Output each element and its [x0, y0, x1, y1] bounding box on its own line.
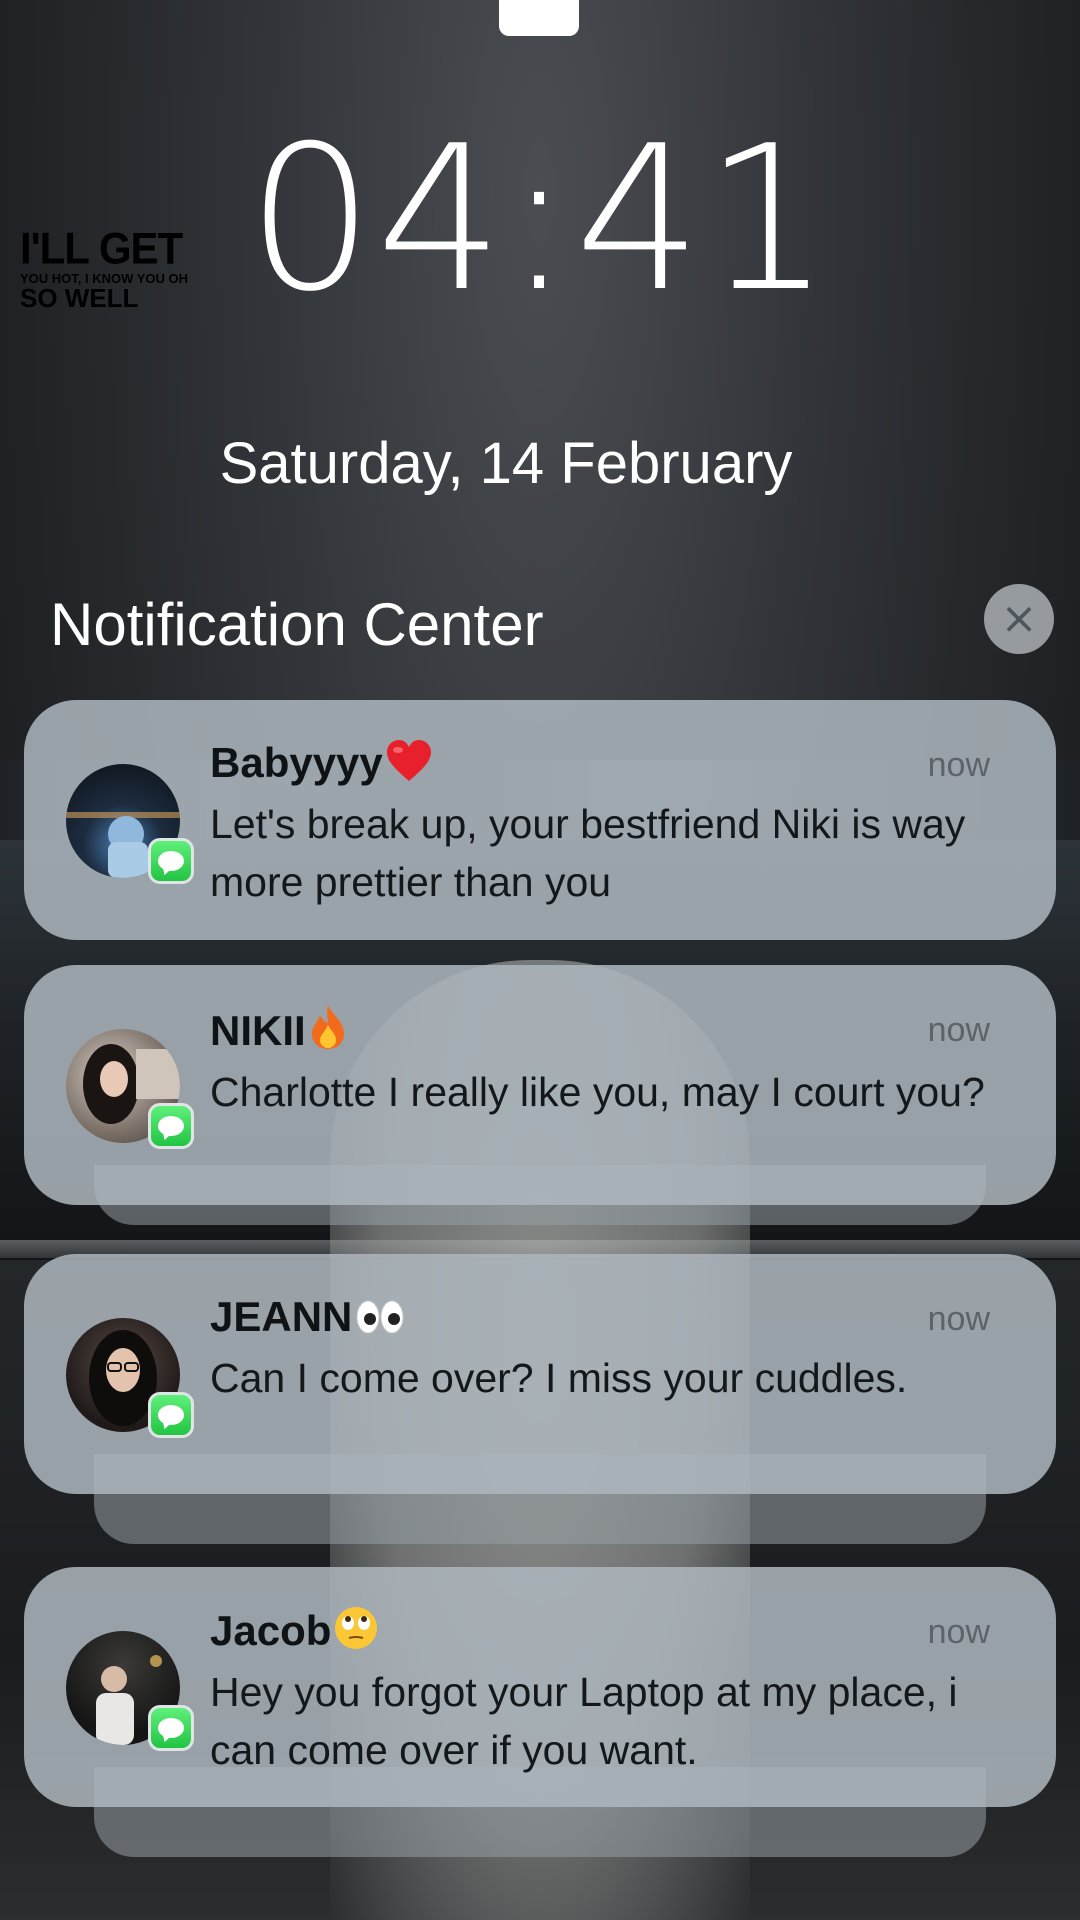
notification-group: now JEANN Can I come over? I miss your c… — [24, 1254, 1056, 1544]
notification-card[interactable]: now Babyyyy Let's break up, your bestfri… — [24, 700, 1056, 940]
notification-card[interactable]: now JEANN Can I come over? I miss your c… — [24, 1254, 1056, 1494]
notification-message: Charlotte I really like you, may I court… — [210, 1069, 985, 1116]
notification-time: now — [927, 746, 990, 784]
messages-icon — [148, 838, 194, 884]
lock-date: Saturday, 14 February — [219, 431, 793, 496]
notification-sender: NIKII — [210, 1007, 306, 1054]
clear-notifications-button[interactable]: × — [984, 584, 1054, 654]
notification-card[interactable]: now NIKII Charlotte I really like you, m… — [24, 965, 1056, 1205]
notification-group: now Babyyyy Let's break up, your bestfri… — [24, 700, 1056, 940]
notification-time: now — [927, 1300, 990, 1338]
notification-message: Can I come over? I miss your cuddles. — [210, 1355, 908, 1402]
lock-screen: I'LL GET YOU HOT, I KNOW YOU OH SO WELL … — [0, 0, 1080, 1920]
notification-message: Let's break up, your bestfriend Niki is … — [210, 801, 966, 905]
notification-message: Hey you forgot your Laptop at my place, … — [210, 1669, 958, 1773]
notification-sender: Babyyyy — [210, 739, 383, 786]
notification-group: now Jacob Hey you forgot your Laptop at … — [24, 1567, 1056, 1857]
notification-group: now NIKII Charlotte I really like you, m… — [24, 965, 1056, 1225]
messages-icon — [148, 1103, 194, 1149]
close-icon: × — [1000, 593, 1038, 644]
messages-icon — [148, 1392, 194, 1438]
heart-icon — [385, 739, 433, 794]
notification-time: now — [927, 1011, 990, 1049]
notification-sender: Jacob — [210, 1607, 332, 1654]
dynamic-island — [499, 0, 579, 36]
notification-sender: JEANN — [210, 1293, 353, 1340]
notification-center-title: Notification Center — [50, 591, 544, 658]
messages-icon — [148, 1705, 194, 1751]
eyes-icon — [354, 1297, 406, 1348]
lock-clock: 04:41 — [246, 103, 834, 336]
eye-roll-icon — [333, 1605, 379, 1662]
notification-card[interactable]: now Jacob Hey you forgot your Laptop at … — [24, 1567, 1056, 1807]
notification-time: now — [927, 1613, 990, 1651]
fire-icon — [308, 1003, 348, 1062]
